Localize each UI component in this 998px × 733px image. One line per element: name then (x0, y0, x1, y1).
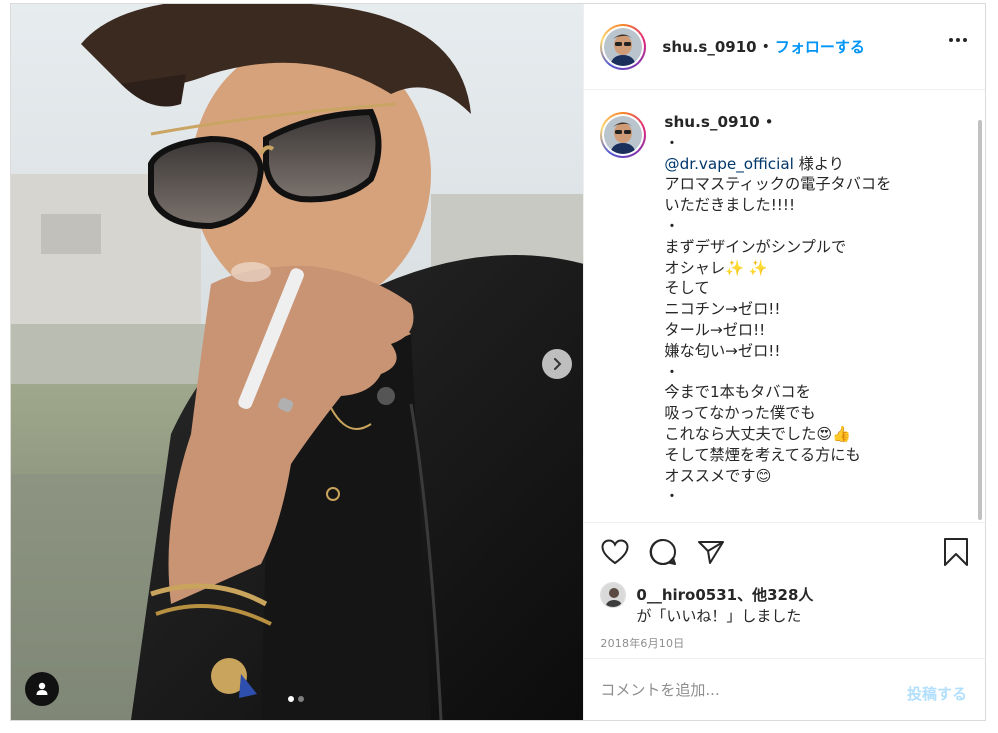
heart-icon (601, 538, 629, 564)
caption-line: いただきました!!!! (664, 196, 796, 215)
caption-line: 嫌な匂い→ゼロ!! (664, 341, 781, 360)
comments-area[interactable]: shu.s_0910 • ・ @dr.vape_official 様より アロマ… (584, 90, 985, 522)
more-horizontal-icon[interactable] (949, 38, 967, 42)
add-comment-section: 投稿する (584, 658, 985, 720)
caption-text: shu.s_0910 • ・ @dr.vape_official 様より アロマ… (664, 112, 944, 507)
author-avatar[interactable] (600, 23, 647, 70)
mention-suffix: 様より (793, 154, 844, 173)
caption-line: ・ (664, 487, 680, 506)
avatar-photo (601, 583, 626, 607)
carousel-indicator (288, 696, 304, 702)
tagged-users-button[interactable] (25, 672, 59, 706)
post-date[interactable]: 2018年6月10日 (584, 630, 985, 658)
caption-username[interactable]: shu.s_0910 (664, 113, 759, 131)
likes-line-1[interactable]: 0__hiro0531、他328人 (636, 584, 813, 605)
caption-line: ニコチン→ゼロ!! (664, 300, 781, 319)
caption: shu.s_0910 • ・ @dr.vape_official 様より アロマ… (600, 112, 969, 507)
likes-summary: 0__hiro0531、他328人 が「いいね！」しました (584, 580, 985, 630)
post-header: shu.s_0910 • フォローする (584, 4, 985, 90)
caption-line: ・ (664, 362, 680, 381)
user-icon (36, 682, 48, 695)
caption-line: まずデザインがシンプルで (664, 237, 847, 256)
comment-icon (650, 538, 677, 565)
caption-line: オススメです😊 (664, 466, 772, 485)
mention-link[interactable]: @dr.vape_official (664, 155, 793, 173)
caption-author-suffix: • (759, 113, 774, 131)
likes-line-2: が「いいね！」しました (636, 607, 802, 625)
caption-line: そして禁煙を考えてる方にも (664, 445, 861, 464)
caption-line: これなら大丈夫でした😍👍 (664, 424, 852, 443)
bookmark-icon (944, 538, 968, 566)
save-button[interactable] (943, 537, 969, 571)
chevron-right-icon (554, 358, 562, 370)
comment-button[interactable] (648, 537, 678, 567)
caption-line: ・ (664, 133, 680, 152)
share-button[interactable] (696, 537, 726, 567)
avatar-photo (604, 116, 643, 154)
carousel-dot (298, 696, 304, 702)
caption-line: そして (664, 279, 710, 298)
post-photo[interactable] (11, 4, 584, 720)
post-side-panel: shu.s_0910 • フォローする shu.s_0910 • ・ @dr.v… (583, 4, 985, 720)
post-comment-button[interactable]: 投稿する (907, 683, 967, 704)
post-modal: shu.s_0910 • フォローする shu.s_0910 • ・ @dr.v… (10, 3, 986, 721)
avatar-photo (604, 27, 643, 66)
post-photo-image (11, 4, 584, 720)
caption-avatar[interactable] (600, 112, 647, 158)
caption-line: 今まで1本もタバコを (664, 383, 811, 402)
comments-scrollbar[interactable] (978, 120, 982, 520)
carousel-dot-active (288, 696, 294, 702)
next-image-button[interactable] (542, 349, 572, 379)
author-username[interactable]: shu.s_0910 (662, 38, 756, 56)
like-button[interactable] (600, 537, 630, 567)
action-bar (584, 522, 985, 580)
caption-mention-line: @dr.vape_official 様より (664, 154, 944, 175)
header-separator: • (761, 38, 770, 55)
caption-line: アロマスティックの電子タバコを (664, 175, 892, 194)
liker-avatar[interactable] (600, 582, 627, 608)
paper-plane-icon (698, 540, 725, 564)
follow-button[interactable]: フォローする (775, 36, 865, 57)
caption-author-line: shu.s_0910 • (664, 112, 944, 133)
caption-line: タール→ゼロ!! (664, 320, 766, 339)
caption-line: 吸ってなかった僕でも (664, 404, 816, 423)
caption-line: ・ (664, 216, 680, 235)
comment-input[interactable] (600, 680, 881, 699)
caption-line: オシャレ✨ ✨ (664, 258, 768, 277)
